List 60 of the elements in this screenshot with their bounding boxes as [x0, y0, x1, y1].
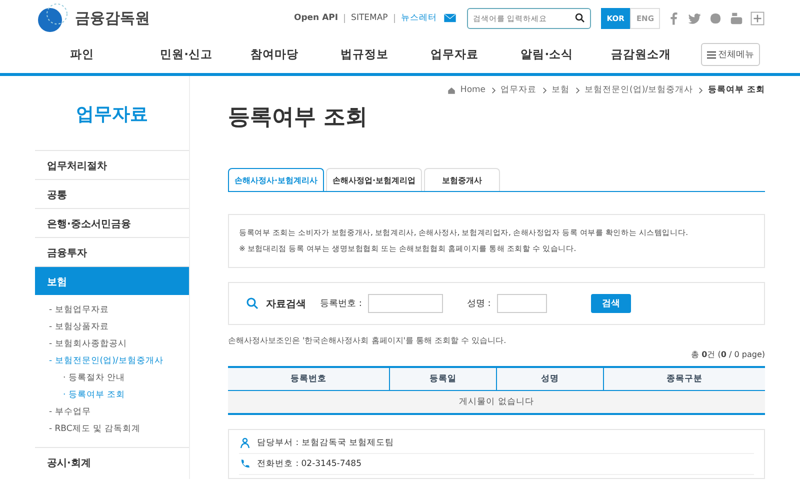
nav-item[interactable]: 민원·신고: [160, 47, 250, 62]
tab[interactable]: 손해사정업·보험계리업: [326, 168, 422, 191]
sidebar-subitem[interactable]: - 보험전문인(업)/보험중개사: [45, 354, 179, 369]
input-field[interactable]: [368, 294, 443, 313]
field-label: 등록번호 :: [320, 298, 362, 310]
sidebar-subitem[interactable]: - 부수업무: [45, 405, 179, 420]
person-icon: [239, 437, 251, 449]
column-header: 등록번호: [228, 367, 390, 390]
breadcrumb-link[interactable]: 보험: [552, 84, 570, 96]
home-icon: [447, 86, 456, 94]
column-header: 성명: [496, 367, 604, 390]
page-title: 등록여부 조회: [228, 104, 369, 132]
tab[interactable]: 보험중개사: [424, 168, 500, 191]
search-icon: [245, 296, 260, 311]
bird-icon: [687, 10, 702, 26]
sidebar-item[interactable]: 보험: [35, 266, 189, 295]
envelope-icon: [442, 11, 457, 25]
input-field[interactable]: [496, 294, 547, 313]
menu-icon: [706, 50, 716, 58]
breadcrumb-link[interactable]: 업무자료: [500, 84, 537, 96]
result-count: 총 0건 (0 / 0 page): [690, 349, 765, 360]
sidebar-subitem[interactable]: · 등록여부 조회: [45, 388, 179, 403]
nav-item[interactable]: 업무자료: [430, 47, 521, 62]
sidebar-subitem[interactable]: - 보험회사종합공시: [45, 337, 179, 352]
column-header: 종목구분: [604, 367, 765, 390]
tab[interactable]: 손해사정사·보험계리사: [228, 168, 324, 191]
breadcrumb-link[interactable]: 등록여부 조회: [708, 84, 765, 96]
search-button[interactable]: 검색: [590, 294, 631, 313]
sidebar-title: 업무자료: [75, 103, 149, 127]
sidebar-subitem[interactable]: - RBC제도 및 감독회계: [45, 422, 179, 437]
column-header: 등록일: [389, 367, 496, 390]
nav-item[interactable]: 금감원소개: [610, 47, 701, 62]
phone-icon: [239, 458, 251, 470]
chevron-icon: [697, 86, 704, 94]
contact-text: 담당부서 : 보험감독국 보험제도팀: [257, 437, 394, 449]
nav-item[interactable]: 법규정보: [340, 47, 431, 62]
all-menu-button[interactable]: 전체메뉴: [700, 43, 760, 66]
contact-text: 전화번호 : 02-3145-7485: [257, 458, 362, 470]
chevron-icon: [540, 86, 548, 94]
empty-message: 게시물이 없습니다: [228, 390, 765, 414]
search-icon: [574, 12, 586, 24]
sidebar-subitem[interactable]: - 보험업무자료: [45, 303, 179, 318]
logo-icon: [35, 3, 69, 33]
nav-item[interactable]: 파인: [70, 47, 160, 62]
sidebar-subitem[interactable]: - 보험상품자료: [45, 320, 179, 335]
plus-icon: [750, 10, 765, 26]
newsletter-link[interactable]: 뉴스레터: [400, 12, 437, 24]
breadcrumb-link[interactable]: Home: [460, 85, 486, 95]
search-panel-title: 자료검색: [266, 298, 306, 310]
logo-text: 금융감독원: [75, 8, 150, 28]
sidebar-subitem[interactable]: · 등록절차 안내: [45, 371, 179, 386]
sitemap-link[interactable]: SITEMAP: [351, 13, 388, 23]
chevron-icon: [574, 86, 581, 94]
breadcrumb-link[interactable]: 보험전문인(업)/보험중개사: [584, 84, 694, 96]
note-text: 손해사정사보조인은 '한국손해사정사회 홈페이지'를 통해 조회할 수 있습니다.: [228, 335, 508, 346]
nav-item[interactable]: 알림·소식: [520, 47, 611, 62]
nav-item[interactable]: 참여마당: [250, 47, 340, 62]
field-label: 성명 :: [466, 298, 491, 310]
chevron-icon: [490, 86, 497, 94]
open-api-link[interactable]: Open API: [294, 13, 338, 23]
